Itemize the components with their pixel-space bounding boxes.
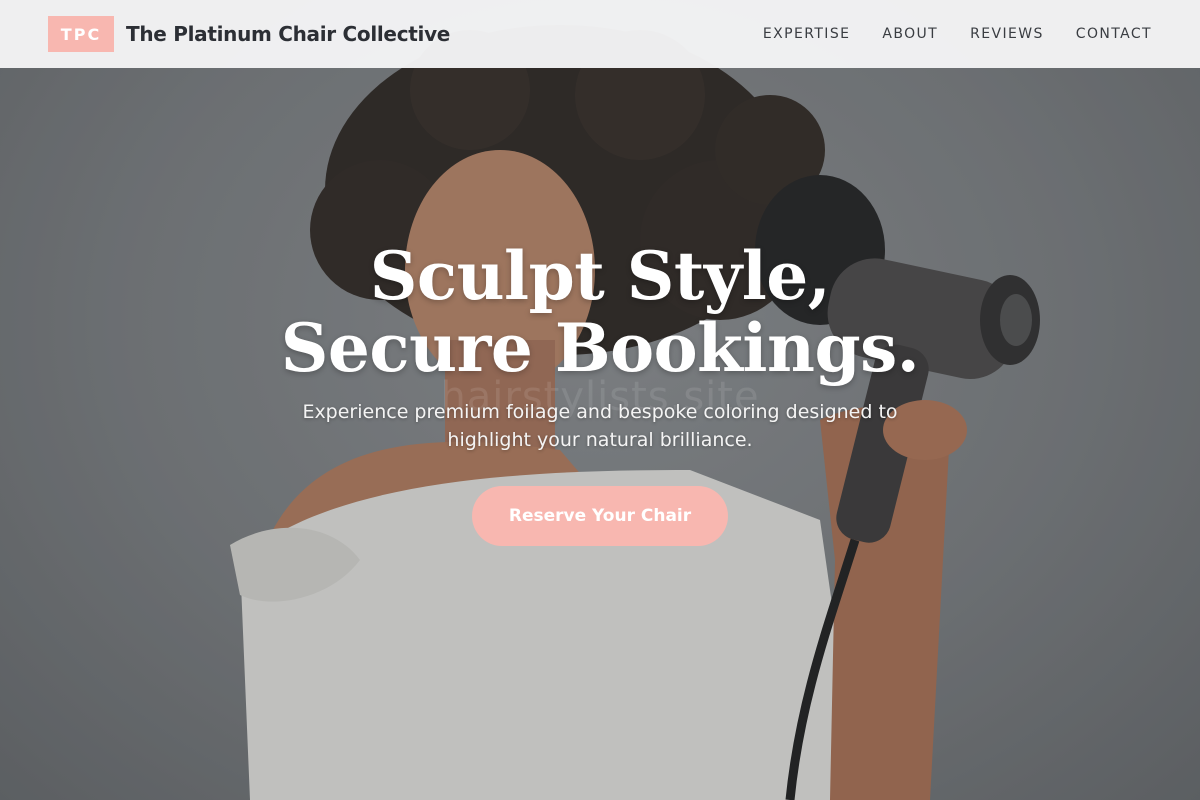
headline-line-2: Secure Bookings. (280, 309, 920, 387)
headline-line-1: Sculpt Style, (369, 237, 831, 315)
hero-content: Sculpt Style, Secure Bookings. Experienc… (0, 240, 1200, 546)
hero-subtext: Experience premium foilage and bespoke c… (302, 401, 898, 451)
brand-name[interactable]: The Platinum Chair Collective (126, 22, 450, 46)
nav-link-about[interactable]: ABOUT (882, 26, 938, 42)
reserve-chair-button[interactable]: Reserve Your Chair (472, 486, 728, 546)
nav-link-expertise[interactable]: EXPERTISE (763, 26, 850, 42)
logo-badge[interactable]: TPC (48, 16, 114, 52)
nav-link-reviews[interactable]: REVIEWS (970, 26, 1044, 42)
site-header: TPC The Platinum Chair Collective EXPERT… (0, 0, 1200, 68)
nav-link-contact[interactable]: CONTACT (1076, 26, 1152, 42)
hero-headline: Sculpt Style, Secure Bookings. (0, 240, 1200, 384)
main-nav: EXPERTISE ABOUT REVIEWS CONTACT (731, 26, 1152, 42)
